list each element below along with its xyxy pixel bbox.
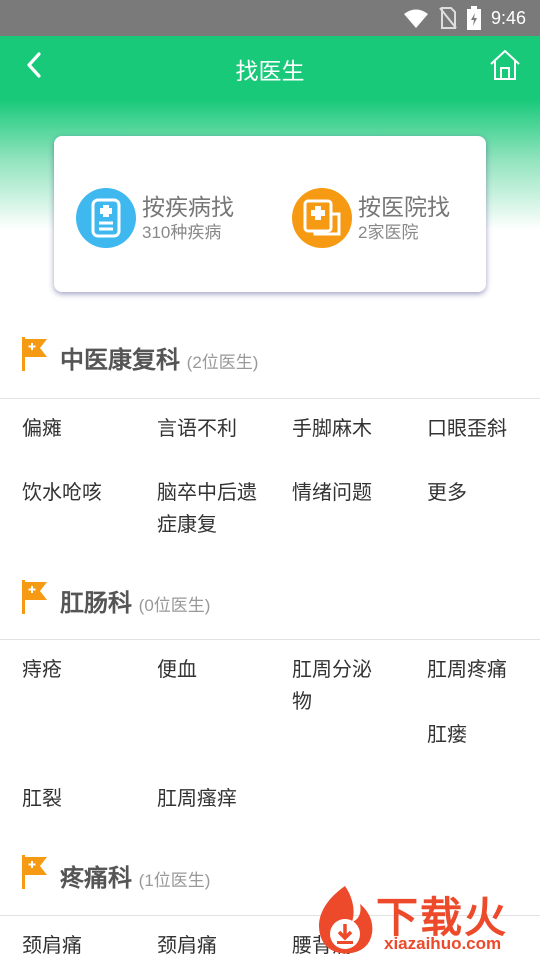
disease-count: 310种疾病 [142, 223, 222, 242]
doctor-count: (0位医生) [138, 596, 211, 615]
wifi-icon [403, 9, 428, 28]
symptom-item[interactable]: 便血 [157, 654, 277, 686]
app-header: 找医生 [0, 36, 540, 100]
more-link[interactable]: 更多 [427, 477, 540, 509]
symptom-item[interactable]: 肛周疼痛 [427, 654, 540, 686]
symptom-item[interactable]: 言语不利 [157, 413, 277, 445]
symptom-item[interactable]: 脑卒中后遗症康复 [157, 477, 257, 541]
department-header[interactable]: 中医康复科 (2位医生) [0, 330, 540, 380]
watermark-logo: 下载火 xiazaihuo.com [312, 882, 534, 960]
symptom-item[interactable]: 情绪问题 [292, 477, 412, 509]
divider [0, 398, 540, 399]
search-by-hospital-label: 按医院找 [358, 194, 450, 220]
symptom-item[interactable]: 肛裂 [22, 783, 142, 815]
hospital-icon [292, 188, 352, 248]
symptom-item[interactable]: 肛周瘙痒 [157, 783, 277, 815]
medical-record-icon [76, 188, 136, 248]
doctor-count: (2位医生) [186, 353, 259, 372]
flag-icon [22, 337, 47, 371]
status-bar: 9:46 [0, 0, 540, 36]
flame-logo-icon [318, 886, 373, 954]
search-options-card: 按疾病找 310种疾病 按医院找 2家医院 [54, 136, 486, 292]
symptom-item[interactable]: 肛瘘 [427, 719, 540, 751]
symptom-item[interactable]: 颈肩痛 [157, 930, 277, 960]
status-time: 9:46 [490, 7, 526, 28]
search-by-hospital-button[interactable]: 按医院找 2家医院 [292, 188, 450, 248]
department-name: 中医康复科 (2位医生) [60, 347, 259, 374]
flag-icon [22, 580, 47, 614]
no-sim-icon [439, 7, 457, 29]
hospital-count: 2家医院 [358, 223, 419, 242]
flag-icon [22, 855, 47, 889]
symptom-item[interactable]: 口眼歪斜 [427, 413, 540, 445]
battery-icon [466, 6, 481, 30]
page-title: 找医生 [235, 58, 305, 84]
symptom-item[interactable]: 肛周分泌物 [292, 654, 382, 718]
symptom-item[interactable]: 饮水呛咳 [22, 477, 142, 509]
doctor-count: (1位医生) [138, 871, 211, 890]
watermark-url: xiazaihuo.com [384, 934, 502, 953]
search-by-disease-button[interactable]: 按疾病找 310种疾病 [76, 188, 234, 248]
home-icon[interactable] [488, 48, 522, 82]
department-name: 肛肠科 (0位医生) [60, 590, 211, 617]
symptom-item[interactable]: 偏瘫 [22, 413, 142, 445]
symptom-item[interactable]: 颈肩痛 [22, 930, 142, 960]
symptom-item[interactable]: 痔疮 [22, 654, 142, 686]
department-header[interactable]: 肛肠科 (0位医生) [0, 573, 540, 623]
search-by-disease-label: 按疾病找 [142, 194, 234, 220]
department-name: 疼痛科 (1位医生) [60, 865, 211, 892]
symptom-item[interactable]: 手脚麻木 [292, 413, 412, 445]
divider [0, 639, 540, 640]
